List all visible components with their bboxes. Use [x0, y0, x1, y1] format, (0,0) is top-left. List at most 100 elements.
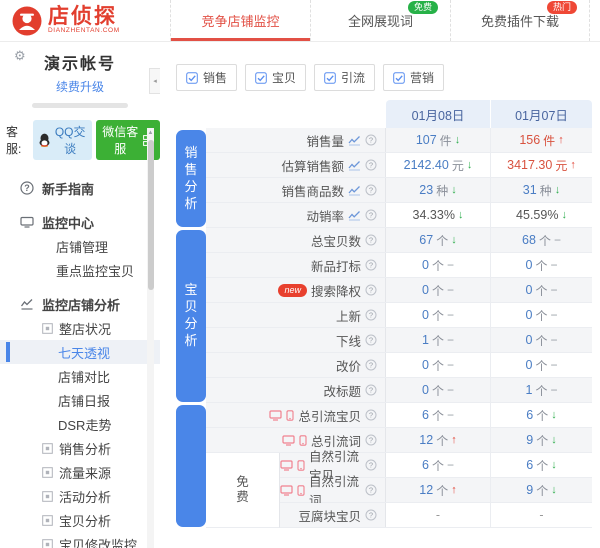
help-icon[interactable]: ?	[365, 209, 377, 221]
help-icon[interactable]: ?	[365, 134, 377, 146]
sidebar-item-whole-shop-status[interactable]: 整店状况	[0, 316, 160, 340]
help-icon[interactable]: ?	[365, 384, 377, 396]
sidebar-scrollbar-track[interactable]: ▲	[147, 128, 154, 548]
filter-button-traffic[interactable]: 引流	[314, 64, 375, 91]
metric-unit: 件	[543, 132, 555, 149]
section-title-char: 析	[184, 334, 197, 348]
expander-icon[interactable]	[42, 467, 53, 478]
chart-line-icon[interactable]	[348, 210, 361, 221]
sidebar-item-item-analysis[interactable]: 宝贝分析	[0, 508, 160, 532]
sidebar-item-shop-manage[interactable]: 店铺管理	[0, 234, 160, 258]
svg-text:?: ?	[369, 161, 373, 170]
help-icon[interactable]: ?	[365, 309, 377, 321]
sidebar-scrollbar-thumb[interactable]	[148, 140, 154, 290]
sidebar-menu: ?新手指南监控中心店铺管理重点监控宝贝监控店铺分析整店状况七天透视店铺对比店铺日…	[0, 160, 160, 548]
sidebar-item-key-monitor-items[interactable]: 重点监控宝贝	[0, 258, 160, 282]
help-icon[interactable]: ?	[365, 359, 377, 371]
tab-competitor-shop-monitor[interactable]: 竞争店铺监控	[170, 0, 310, 41]
help-icon[interactable]: ?	[365, 284, 377, 296]
mobile-icon	[297, 485, 305, 496]
customer-service-row: 客服: QQ交谈 微信客服	[0, 108, 160, 160]
detective-logo-icon	[12, 6, 42, 36]
value-cell: 107件↓	[386, 128, 490, 152]
sidebar-item-traffic-source[interactable]: 流量来源	[0, 460, 160, 484]
trend-up-icon: ↑	[558, 134, 564, 146]
sidebar-item-shop-daily[interactable]: 店铺日报	[0, 388, 160, 412]
metric-unit: 个	[432, 282, 444, 299]
expander-icon[interactable]	[42, 443, 53, 454]
tab-badge: 热门	[547, 1, 577, 14]
tab-network-display-words[interactable]: 全网展现词免费	[310, 0, 450, 41]
help-icon[interactable]: ?	[365, 484, 377, 496]
sidebar-item-item-modify-monitor[interactable]: 宝贝修改监控	[0, 532, 160, 548]
trend-flat-icon: −	[550, 258, 557, 272]
metric-label: 新品打标	[311, 256, 361, 275]
svg-text:?: ?	[369, 336, 373, 345]
filter-button-sales[interactable]: 销售	[176, 64, 237, 91]
metric-value: 68	[522, 233, 536, 247]
value-cell: 6个−	[386, 453, 490, 477]
qq-chat-button[interactable]: QQ交谈	[33, 120, 92, 160]
metric-unit: 元	[452, 157, 464, 174]
qq-chat-label: QQ交谈	[54, 123, 87, 157]
help-icon[interactable]: ?	[365, 159, 377, 171]
section-title-char: 贝	[184, 300, 197, 314]
metric-unit: 个	[536, 432, 548, 449]
help-icon[interactable]: ?	[365, 509, 377, 521]
help-icon[interactable]: ?	[365, 259, 377, 271]
check-icon	[186, 72, 198, 84]
trend-down-icon: ↓	[551, 459, 557, 471]
help-icon[interactable]: ?	[365, 409, 377, 421]
help-icon[interactable]: ?	[365, 234, 377, 246]
metric-row-sales-product-count: 销售商品数?23种↓31种↓	[206, 178, 592, 203]
date-column-header: 01月08日	[386, 100, 490, 128]
expander-icon[interactable]	[42, 539, 53, 548]
help-icon[interactable]: ?	[365, 184, 377, 196]
expander-icon[interactable]	[42, 515, 53, 526]
metric-value: -	[436, 508, 440, 522]
chart-line-icon[interactable]	[348, 160, 361, 171]
sidebar-item-dsr-trend[interactable]: DSR走势	[0, 412, 160, 436]
metric-unit: 元	[555, 157, 567, 174]
scroll-up-icon[interactable]: ▲	[147, 128, 154, 138]
filter-button-item[interactable]: 宝贝	[245, 64, 306, 91]
sidebar-item-newbie-guide[interactable]: ?新手指南	[0, 176, 160, 200]
check-icon	[324, 72, 336, 84]
metric-row-total-items: 总宝贝数?67个↓68个−	[206, 228, 592, 253]
filter-button-marketing[interactable]: 营销	[383, 64, 444, 91]
metric-unit: 种	[540, 182, 552, 199]
trend-down-icon: ↓	[451, 184, 457, 196]
trend-flat-icon: −	[447, 308, 454, 322]
sidebar-collapse-button[interactable]: ◂	[149, 68, 160, 94]
gear-icon[interactable]: ⚙	[14, 48, 26, 64]
app: 店侦探 DIANZHENTAN.COM 竞争店铺监控全网展现词免费免费插件下载热…	[0, 0, 600, 548]
metric-label-cell: 改价?	[206, 353, 386, 377]
sidebar-item-seven-day-view[interactable]: 七天透视	[0, 340, 160, 364]
pc-icon	[280, 460, 293, 471]
value-cell: 0个−	[386, 303, 490, 327]
metric-value: 1	[526, 383, 533, 397]
sidebar-item-monitor-center[interactable]: 监控中心	[0, 210, 160, 234]
tab-label: 全网展现词	[348, 11, 413, 30]
sidebar-item-label: 宝贝分析	[59, 511, 111, 530]
logo[interactable]: 店侦探 DIANZHENTAN.COM	[0, 0, 170, 41]
expander-icon[interactable]	[42, 323, 53, 334]
sidebar-item-sales-analysis[interactable]: 销售分析	[0, 436, 160, 460]
metric-unit: 个	[432, 457, 444, 474]
help-icon[interactable]: ?	[365, 434, 377, 446]
sidebar-item-activity-analysis[interactable]: 活动分析	[0, 484, 160, 508]
help-icon[interactable]: ?	[365, 334, 377, 346]
upgrade-link[interactable]: 续费升级	[56, 78, 104, 95]
help-icon[interactable]: ?	[365, 459, 377, 471]
tab-free-plugin-download[interactable]: 免费插件下载热门	[450, 0, 590, 41]
metric-label-cell: 估算销售额?	[206, 153, 386, 177]
chart-line-icon[interactable]	[348, 135, 361, 146]
metric-value: 6	[526, 458, 533, 472]
svg-text:?: ?	[369, 436, 373, 445]
expander-icon[interactable]	[42, 491, 53, 502]
sidebar-item-shop-compare[interactable]: 店铺对比	[0, 364, 160, 388]
svg-text:?: ?	[369, 311, 373, 320]
chart-line-icon[interactable]	[348, 185, 361, 196]
sidebar-item-monitor-shop-analysis[interactable]: 监控店铺分析	[0, 292, 160, 316]
section-title-char: 宝	[184, 283, 197, 297]
